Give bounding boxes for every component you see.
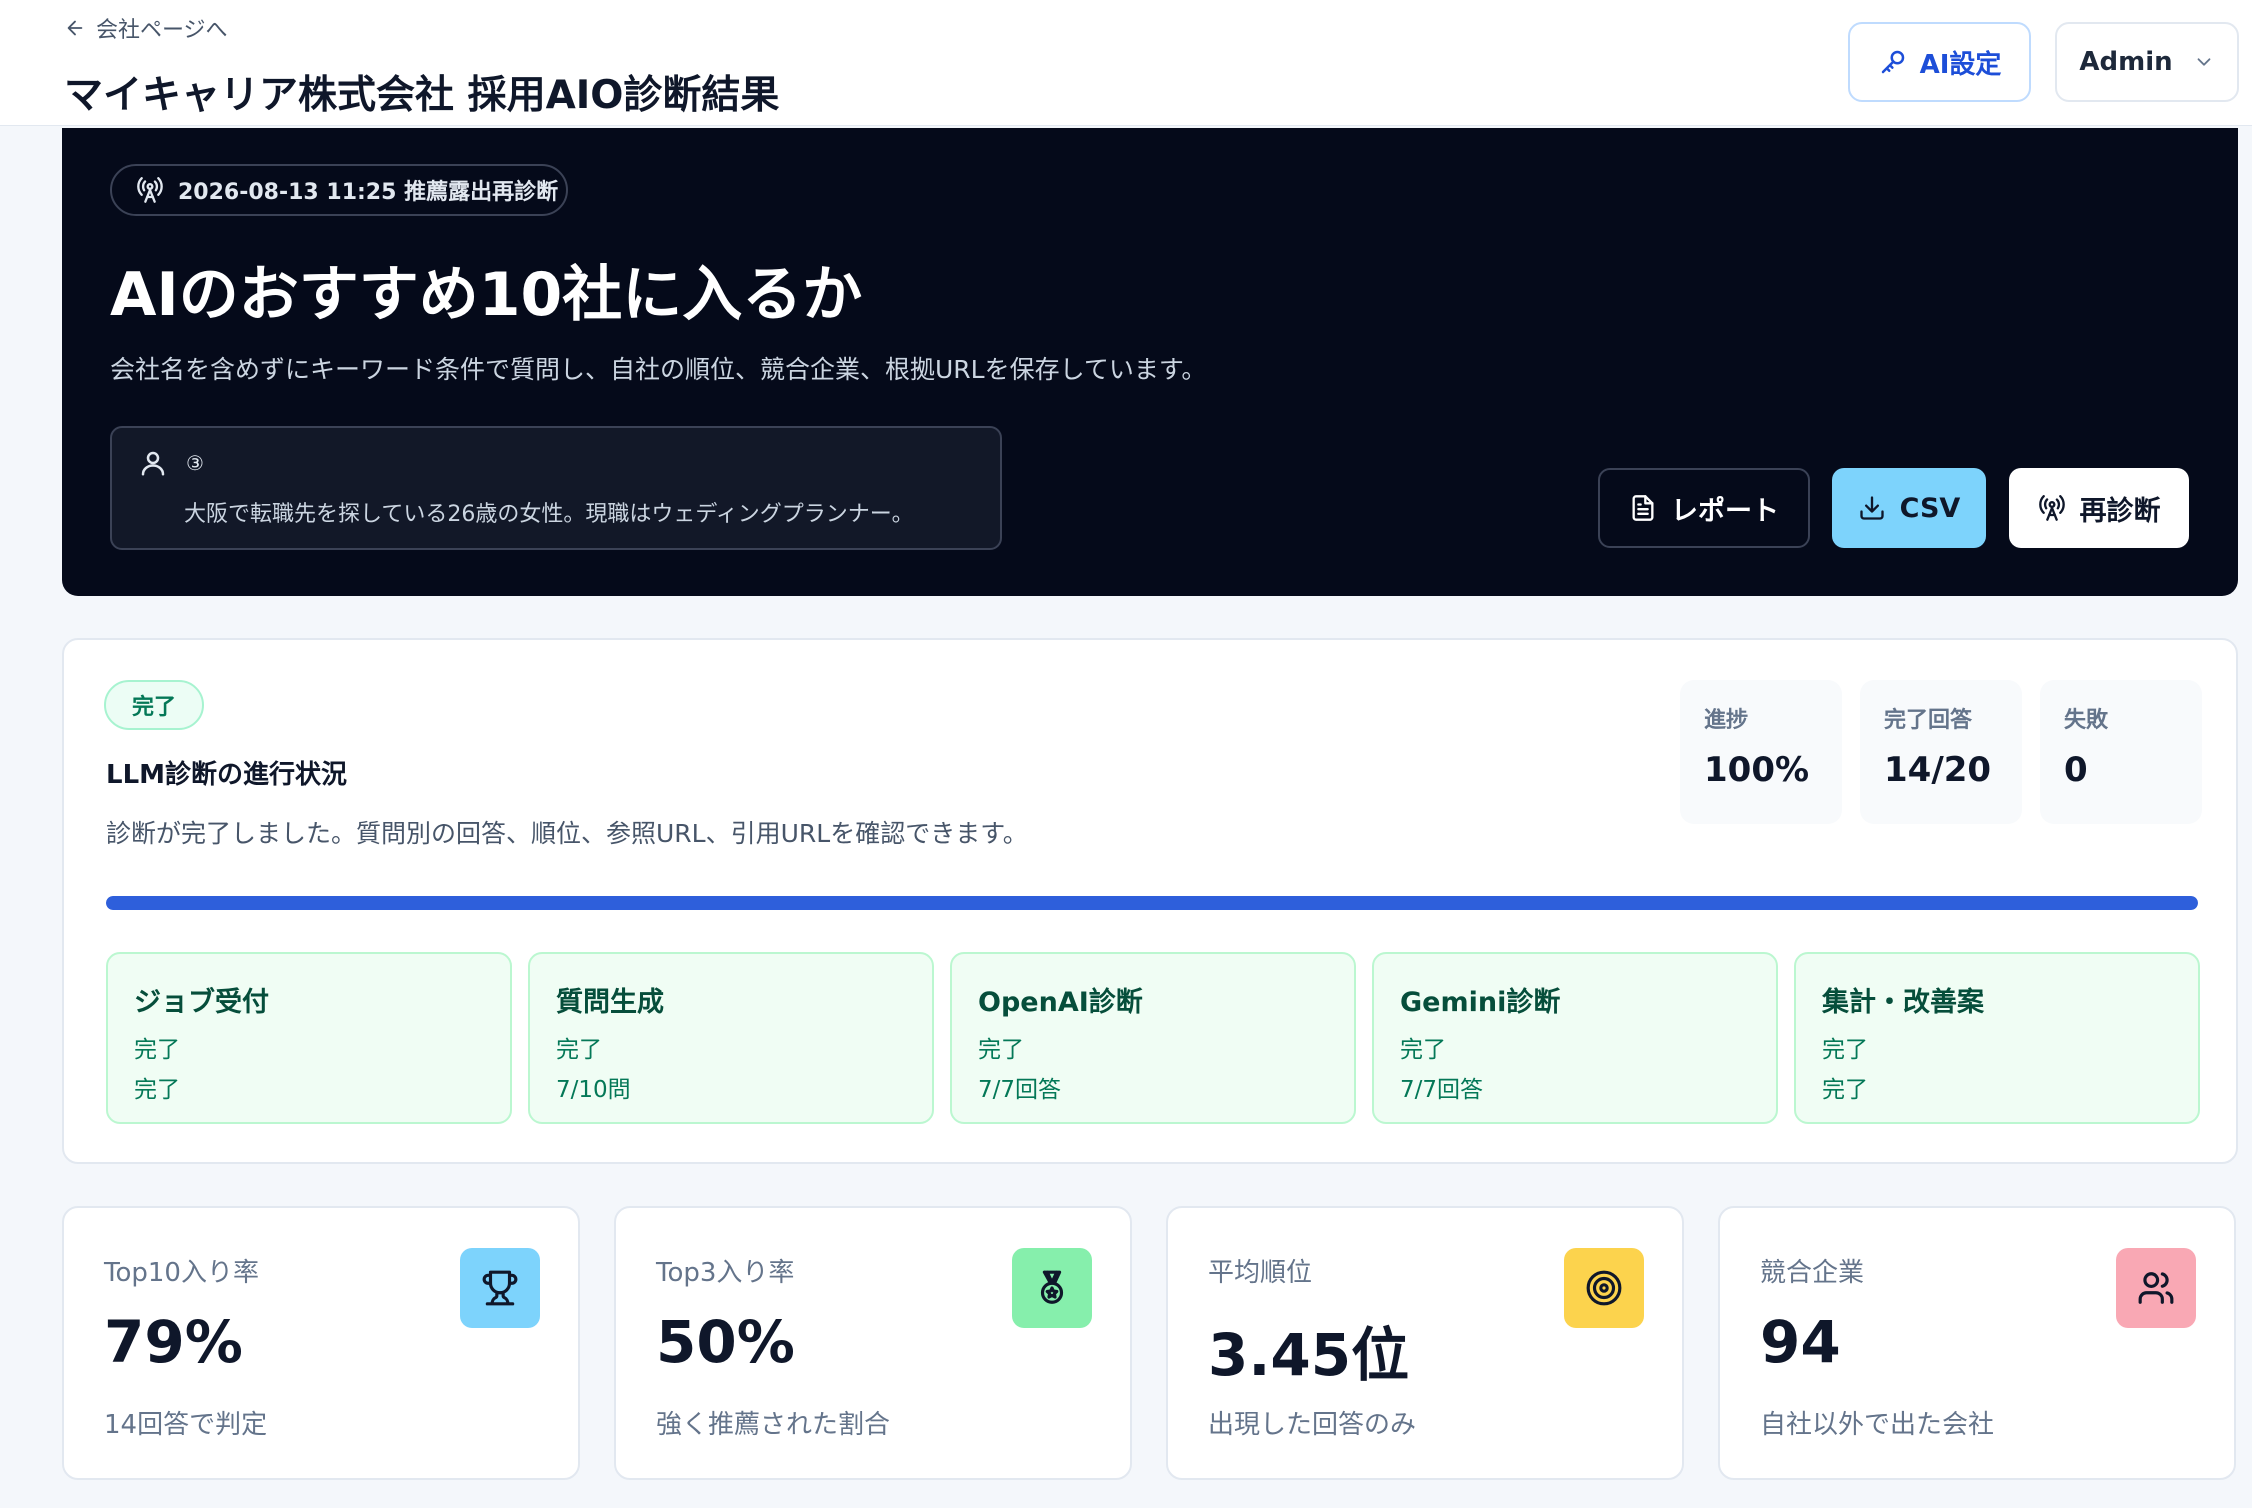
admin-menu-button[interactable]: Admin <box>2055 22 2239 102</box>
step-status: 完了 <box>1400 1037 1446 1063</box>
metric-competitors: 競合企業 94 自社以外で出た会社 <box>1718 1206 2236 1480</box>
stat-failures: 失敗 0 <box>2040 680 2202 824</box>
metric-label: 平均順位 <box>1208 1258 1313 1288</box>
hero-title: AIのおすすめ10社に入るか <box>110 260 863 330</box>
metric-top10-rate: Top10入り率 79% 14回答で判定 <box>62 1206 580 1480</box>
step-question-generation: 質問生成 完了 7/10問 <box>528 952 934 1124</box>
csv-download-button[interactable]: CSV <box>1832 468 1986 548</box>
medal-icon <box>1012 1248 1092 1328</box>
metric-average-rank: 平均順位 3.45位 出現した回答のみ <box>1166 1206 1684 1480</box>
metric-value: 3.45位 <box>1208 1321 1410 1389</box>
trophy-icon <box>460 1248 540 1328</box>
page-title: マイキャリア株式会社 採用AIO診断結果 <box>64 73 780 118</box>
step-detail: 7/7回答 <box>978 1077 1062 1103</box>
stat-value: 0 <box>2064 750 2088 790</box>
ai-settings-label: AI設定 <box>1919 49 2002 80</box>
step-name: OpenAI診断 <box>978 987 1143 1018</box>
progress-bar-fill <box>106 896 2198 910</box>
admin-label: Admin <box>2079 47 2173 77</box>
chevron-down-icon <box>2193 51 2215 73</box>
radio-tower-icon <box>2038 494 2066 522</box>
ai-settings-button[interactable]: AI設定 <box>1848 22 2031 102</box>
back-to-company-link[interactable]: 会社ページへ <box>64 12 228 44</box>
file-text-icon <box>1629 494 1657 522</box>
stat-label: 失敗 <box>2064 708 2109 733</box>
step-job-intake: ジョブ受付 完了 完了 <box>106 952 512 1124</box>
step-status: 完了 <box>134 1037 180 1063</box>
step-gemini-diagnosis: Gemini診断 完了 7/7回答 <box>1372 952 1778 1124</box>
stat-value: 100% <box>1704 750 1810 790</box>
step-status: 完了 <box>556 1037 602 1063</box>
step-name: 質問生成 <box>556 987 664 1018</box>
persona-description: 大阪で転職先を探している26歳の女性。現職はウェディングプランナー。 <box>184 502 914 527</box>
step-status: 完了 <box>1822 1037 1868 1063</box>
download-icon <box>1858 494 1886 522</box>
step-status: 完了 <box>978 1037 1024 1063</box>
metric-label: Top3入り率 <box>656 1258 795 1288</box>
stat-progress: 進捗 100% <box>1680 680 1842 824</box>
metric-subtext: 14回答で判定 <box>104 1410 268 1440</box>
metric-subtext: 出現した回答のみ <box>1208 1410 1417 1440</box>
rediagnose-button[interactable]: 再診断 <box>2009 468 2189 548</box>
back-link-label: 会社ページへ <box>96 18 228 43</box>
stat-label: 完了回答 <box>1884 708 1973 733</box>
stat-label: 進捗 <box>1704 708 1749 733</box>
progress-description: 診断が完了しました。質問別の回答、順位、参照URL、引用URLを確認できます。 <box>106 819 1028 848</box>
step-detail: 完了 <box>1822 1077 1868 1103</box>
step-aggregation: 集計・改善案 完了 完了 <box>1794 952 2200 1124</box>
arrow-left-icon <box>64 17 86 39</box>
step-detail: 7/7回答 <box>1400 1077 1484 1103</box>
key-icon <box>1878 47 1908 77</box>
metric-value: 50% <box>656 1308 795 1376</box>
persona-card: ③ 大阪で転職先を探している26歳の女性。現職はウェディングプランナー。 <box>110 426 1002 550</box>
metric-subtext: 強く推薦された割合 <box>656 1410 891 1440</box>
step-openai-diagnosis: OpenAI診断 完了 7/7回答 <box>950 952 1356 1124</box>
hero-badge-text: 2026-08-13 11:25 推薦露出再診断 <box>178 180 559 205</box>
stat-value: 14/20 <box>1884 750 1992 790</box>
metric-value: 94 <box>1760 1308 1841 1376</box>
top-header: 会社ページへ マイキャリア株式会社 採用AIO診断結果 AI設定 Admin <box>0 0 2252 126</box>
radio-tower-icon <box>136 176 164 204</box>
metric-value: 79% <box>104 1308 243 1376</box>
status-badge: 完了 <box>104 680 204 730</box>
metric-subtext: 自社以外で出た会社 <box>1760 1410 1995 1440</box>
progress-card: 完了 LLM診断の進行状況 診断が完了しました。質問別の回答、順位、参照URL、… <box>62 638 2238 1164</box>
step-detail: 7/10問 <box>556 1077 631 1103</box>
report-button[interactable]: レポート <box>1598 468 1810 548</box>
persona-number: ③ <box>186 451 204 475</box>
step-detail: 完了 <box>134 1077 180 1103</box>
stat-completed-answers: 完了回答 14/20 <box>1860 680 2022 824</box>
step-name: ジョブ受付 <box>134 987 269 1018</box>
step-name: 集計・改善案 <box>1822 987 1984 1018</box>
diagnosis-timestamp-badge: 2026-08-13 11:25 推薦露出再診断 <box>110 164 568 216</box>
progress-title: LLM診断の進行状況 <box>106 760 348 790</box>
user-icon <box>138 448 168 478</box>
hero-panel: 2026-08-13 11:25 推薦露出再診断 AIのおすすめ10社に入るか … <box>62 128 2238 596</box>
report-button-label: レポート <box>1671 495 1779 527</box>
metric-label: Top10入り率 <box>104 1258 259 1288</box>
users-icon <box>2116 1248 2196 1328</box>
csv-button-label: CSV <box>1899 492 1961 524</box>
hero-description: 会社名を含めずにキーワード条件で質問し、自社の順位、競合企業、根拠URLを保存し… <box>110 355 1207 384</box>
target-icon <box>1564 1248 1644 1328</box>
rediagnose-button-label: 再診断 <box>2079 495 2161 527</box>
progress-bar <box>106 896 2198 910</box>
step-name: Gemini診断 <box>1400 987 1561 1018</box>
metric-top3-rate: Top3入り率 50% 強く推薦された割合 <box>614 1206 1132 1480</box>
metric-label: 競合企業 <box>1760 1258 1865 1288</box>
